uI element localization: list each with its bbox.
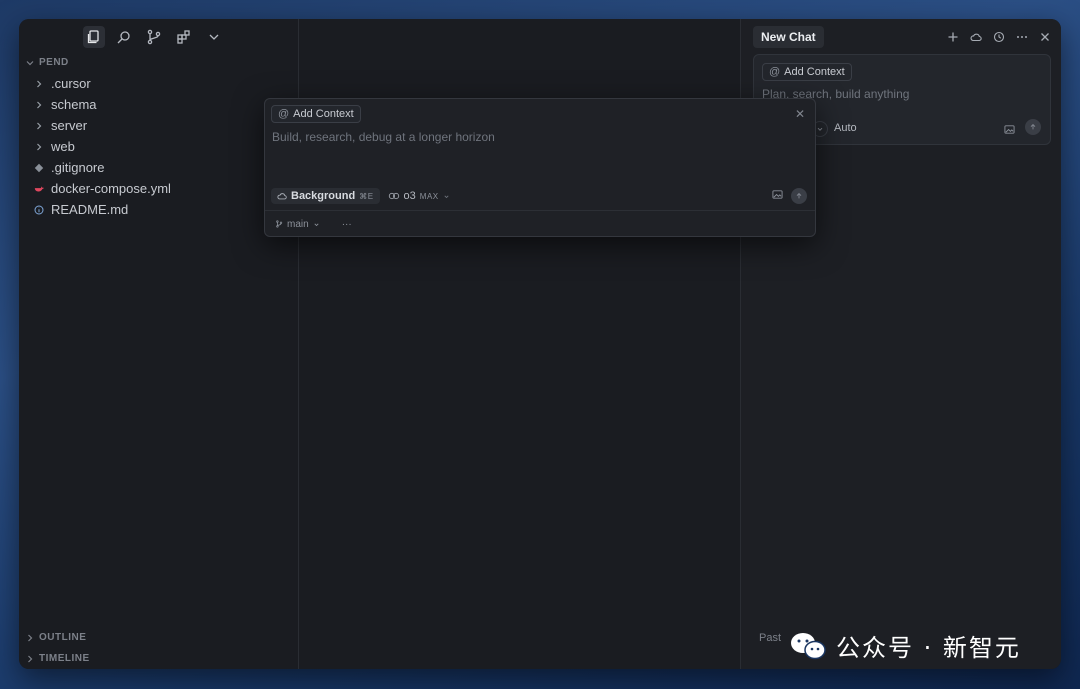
close-icon[interactable] <box>1038 30 1052 44</box>
tree-item-gitignore[interactable]: .gitignore <box>19 157 298 178</box>
tree-item-docker-compose[interactable]: docker-compose.yml <box>19 178 298 199</box>
tree-item-readme[interactable]: README.md <box>19 199 298 220</box>
watermark: 公众号 · 新智元 <box>788 628 1021 663</box>
chevron-right-icon <box>33 78 45 90</box>
outline-label: OUTLINE <box>39 632 87 643</box>
chevron-right-icon <box>28 634 33 641</box>
image-icon[interactable] <box>1004 122 1015 140</box>
brain-icon <box>388 192 399 200</box>
chevron-right-icon <box>33 141 45 153</box>
wechat-logo <box>791 632 826 659</box>
chat-header-actions <box>946 30 1052 44</box>
close-icon[interactable]: ✕ <box>795 107 805 121</box>
extensions-icon[interactable] <box>173 26 195 48</box>
past-chats-label[interactable]: Past <box>759 632 781 644</box>
project-section-header[interactable]: PEND <box>25 57 69 68</box>
chevron-down-icon <box>444 195 449 198</box>
more-icon[interactable]: ··· <box>342 219 352 230</box>
max-badge: MAX <box>419 191 439 201</box>
chevron-right-icon <box>33 99 45 111</box>
chat-header: New Chat <box>753 26 1052 48</box>
file-tree: .cursor schema server web .gitignore doc… <box>19 73 298 220</box>
info-icon <box>33 204 45 216</box>
sidebar-toolbar <box>83 25 225 49</box>
cloud-icon <box>277 193 287 200</box>
tree-item-label: .gitignore <box>51 160 105 175</box>
add-context-button[interactable]: @ Add Context <box>271 105 361 123</box>
add-context-label: Add Context <box>293 108 354 120</box>
chevron-down-icon <box>26 60 34 65</box>
model-name: o3 <box>403 190 416 202</box>
more-icon[interactable] <box>1015 30 1029 44</box>
branch-name: main <box>287 218 309 230</box>
send-button[interactable] <box>791 188 807 204</box>
model-selector[interactable]: o3 MAX <box>388 190 450 202</box>
send-button[interactable] <box>1025 119 1041 135</box>
project-name: PEND <box>39 57 69 68</box>
timeline-section-header[interactable]: TIMELINE <box>25 653 90 664</box>
background-label: Background <box>291 190 356 202</box>
docker-icon <box>33 183 45 195</box>
cloud-icon[interactable] <box>969 30 983 44</box>
branch-selector[interactable]: main <box>275 219 320 230</box>
mode-selector[interactable]: Auto <box>834 122 857 134</box>
watermark-text: 公众号 · 新智元 <box>836 634 1021 662</box>
plus-icon[interactable] <box>946 30 960 44</box>
chevron-down-icon <box>314 223 319 226</box>
popup-footer: main ··· <box>265 210 815 237</box>
at-icon: @ <box>278 108 290 120</box>
tree-item-label: README.md <box>51 202 129 217</box>
background-agent-input[interactable]: Build, research, debug at a longer horiz… <box>272 130 495 144</box>
background-agent-popup: @ Add Context ✕ Build, research, debug a… <box>264 98 816 237</box>
background-shortcut: ⌘E <box>359 191 374 201</box>
timeline-label: TIMELINE <box>39 653 90 664</box>
at-icon: @ <box>769 66 781 78</box>
chevron-right-icon <box>33 120 45 132</box>
tab-new-chat[interactable]: New Chat <box>753 26 824 48</box>
git-icon <box>33 162 45 174</box>
chevron-down-icon[interactable] <box>203 26 225 48</box>
add-context-button[interactable]: @ Add Context <box>762 63 852 81</box>
files-icon[interactable] <box>83 26 105 48</box>
tree-item-label: schema <box>51 97 97 112</box>
tree-item-schema[interactable]: schema <box>19 94 298 115</box>
explorer-sidebar: PEND .cursor schema server web .gitignor… <box>19 19 299 669</box>
tree-item-cursor[interactable]: .cursor <box>19 73 298 94</box>
tree-item-web[interactable]: web <box>19 136 298 157</box>
tree-item-label: server <box>51 118 88 133</box>
add-context-label: Add Context <box>784 66 845 78</box>
background-toggle[interactable]: Background ⌘E <box>271 188 380 204</box>
history-icon[interactable] <box>992 30 1006 44</box>
tree-item-server[interactable]: server <box>19 115 298 136</box>
tree-item-label: .cursor <box>51 76 91 91</box>
source-control-icon[interactable] <box>143 26 165 48</box>
tree-item-label: web <box>51 139 75 154</box>
tree-item-label: docker-compose.yml <box>51 181 171 196</box>
image-icon[interactable] <box>772 187 783 205</box>
branch-icon <box>276 220 283 228</box>
chevron-right-icon <box>28 655 33 662</box>
outline-section-header[interactable]: OUTLINE <box>25 632 86 643</box>
app-window: PEND .cursor schema server web .gitignor… <box>19 19 1061 669</box>
search-icon[interactable] <box>113 26 135 48</box>
popup-options-row: Background ⌘E o3 MAX <box>271 187 807 205</box>
